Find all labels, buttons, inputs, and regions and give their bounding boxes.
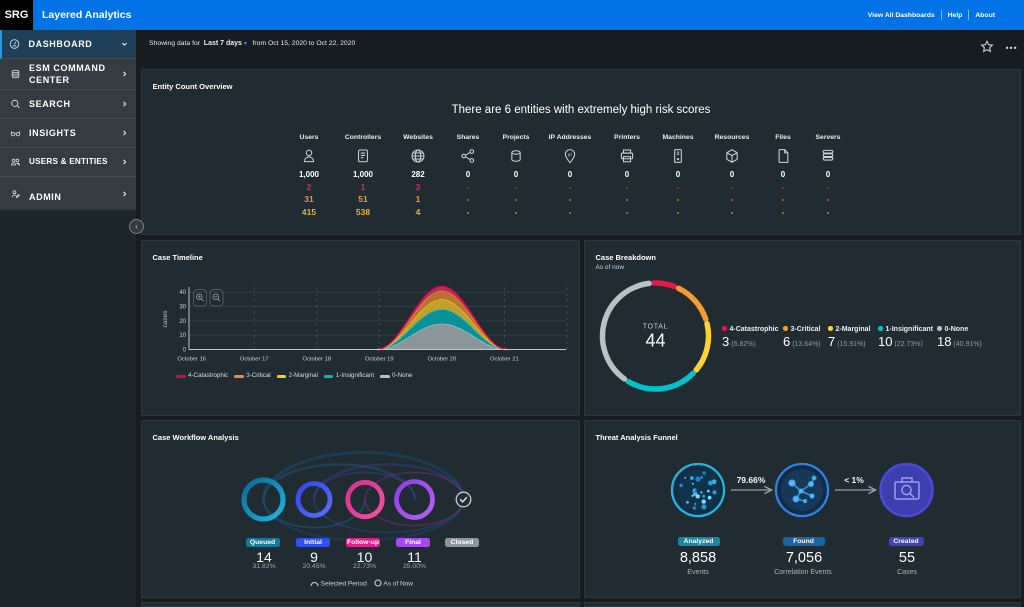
svg-text:79.66%: 79.66% [737, 475, 766, 485]
svg-text:< 1%: < 1% [844, 475, 864, 485]
svg-text:40: 40 [179, 290, 186, 296]
svg-text:30: 30 [179, 304, 186, 310]
svg-text:October 18: October 18 [302, 357, 331, 363]
svg-text:IP: IP [568, 152, 572, 158]
svg-text:October 19: October 19 [365, 357, 394, 363]
svg-text:44: 44 [645, 331, 665, 351]
svg-text:cases: cases [162, 310, 169, 328]
svg-text:20: 20 [179, 319, 186, 325]
svg-text:TOTAL: TOTAL [643, 324, 668, 331]
svg-text:October 21: October 21 [490, 357, 519, 363]
svg-text:0: 0 [183, 348, 187, 354]
svg-text:October 16: October 16 [177, 357, 206, 363]
svg-text:10: 10 [179, 333, 186, 339]
svg-text:October 17: October 17 [240, 357, 269, 363]
svg-text:October 20: October 20 [428, 357, 457, 363]
